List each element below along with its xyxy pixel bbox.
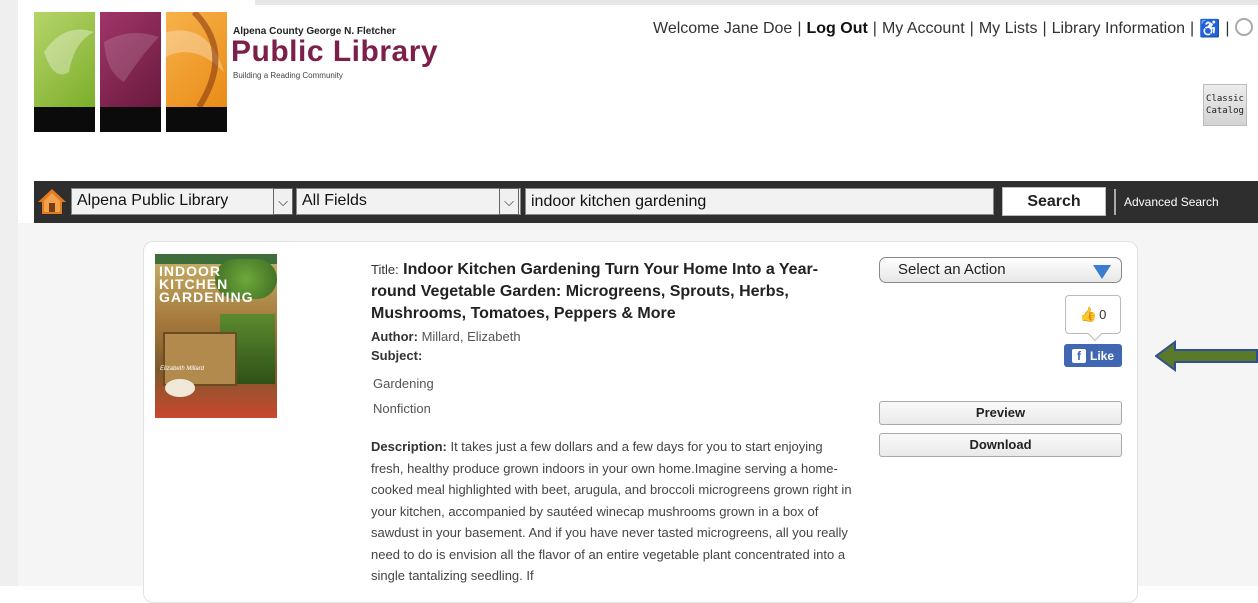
select-action-dropdown[interactable]: Select an Action xyxy=(879,257,1122,283)
description: Description: It takes just a few dollars… xyxy=(371,436,855,587)
chevron-down-icon: ⌵ xyxy=(504,193,514,209)
subject-list: Gardening Nonfiction xyxy=(373,371,855,421)
nav-separator: | xyxy=(1190,20,1195,37)
welcome-text: Welcome Jane Doe xyxy=(653,20,793,37)
field-select-dropdown[interactable]: ⌵ xyxy=(499,188,519,215)
logo-foot xyxy=(100,107,161,132)
nav-separator: | xyxy=(1042,20,1047,37)
thumbs-up-icon: 👍 xyxy=(1079,306,1098,322)
library-name-big: Public Library xyxy=(231,35,439,68)
cover-author: Elizabeth Millard xyxy=(160,366,205,372)
subject-item[interactable]: Nonfiction xyxy=(373,396,855,421)
description-text: It takes just a few dollars and a few da… xyxy=(371,439,852,583)
like-counter[interactable]: 👍 0 xyxy=(1065,295,1121,334)
subject-row: Subject: xyxy=(371,348,855,363)
nav-separator: | xyxy=(969,20,974,37)
result-metadata: Title: Indoor Kitchen Gardening Turn You… xyxy=(371,259,855,421)
facebook-like-label: Like xyxy=(1089,348,1114,363)
classic-catalog-line1: Classic xyxy=(1206,94,1244,104)
triangle-down-icon xyxy=(1093,265,1111,279)
like-count: 0 xyxy=(1099,307,1107,322)
classic-catalog-button[interactable]: Classic Catalog xyxy=(1203,84,1247,126)
title-row: Title: Indoor Kitchen Gardening Turn You… xyxy=(371,259,855,325)
left-margin-strip xyxy=(0,0,18,586)
author-row: Author: Millard, Elizabeth xyxy=(371,329,855,344)
title-label: Title: xyxy=(371,262,399,277)
classic-catalog-line2: Catalog xyxy=(1206,106,1244,116)
library-select[interactable]: Alpena Public Library xyxy=(71,188,293,215)
download-button[interactable]: Download xyxy=(879,433,1122,457)
field-select[interactable]: All Fields xyxy=(296,188,521,215)
library-select-dropdown[interactable]: ⌵ xyxy=(273,188,293,215)
author-link[interactable]: Millard, Elizabeth xyxy=(422,329,521,344)
top-navigation: Welcome Jane Doe | Log Out | My Account | My L… xyxy=(653,18,1253,39)
cover-plate xyxy=(165,379,195,397)
annotation-arrow-icon xyxy=(1155,340,1258,372)
logo-foot xyxy=(166,107,227,132)
library-tagline: Building a Reading Community xyxy=(233,71,343,80)
subject-label: Subject: xyxy=(371,348,423,363)
nav-separator: | xyxy=(872,20,877,37)
facebook-like-button[interactable]: f Like xyxy=(1064,344,1122,367)
logout-link[interactable]: Log Out xyxy=(806,20,867,37)
logo-swoosh-icon xyxy=(44,12,224,107)
book-cover-image[interactable]: INDOOR KITCHEN GARDENING Elizabeth Milla… xyxy=(155,254,277,418)
advanced-search-link[interactable]: Advanced Search xyxy=(1114,189,1219,215)
nav-separator: | xyxy=(1225,20,1230,37)
home-icon[interactable] xyxy=(37,186,67,216)
language-icon[interactable] xyxy=(1234,18,1253,36)
preview-button[interactable]: Preview xyxy=(879,401,1122,425)
my-account-link[interactable]: My Account xyxy=(882,20,965,37)
facebook-icon: f xyxy=(1071,348,1086,363)
author-label: Author: xyxy=(371,329,418,344)
select-action-label: Select an Action xyxy=(898,261,1006,278)
search-bar: Alpena Public Library ⌵ All Fields ⌵ ind… xyxy=(34,181,1258,223)
accessibility-icon[interactable]: ♿ xyxy=(1199,19,1220,39)
cover-crate xyxy=(163,332,237,386)
search-input[interactable]: indoor kitchen gardening xyxy=(525,188,994,215)
result-title-link[interactable]: Indoor Kitchen Gardening Turn Your Home … xyxy=(371,261,818,322)
logo-foot xyxy=(34,107,95,132)
chevron-down-icon: ⌵ xyxy=(278,193,288,209)
top-divider xyxy=(255,0,1258,5)
my-lists-link[interactable]: My Lists xyxy=(979,20,1038,37)
description-label: Description: xyxy=(371,439,447,454)
library-information-link[interactable]: Library Information xyxy=(1052,20,1185,37)
search-button[interactable]: Search xyxy=(1002,187,1106,216)
nav-separator: | xyxy=(797,20,802,37)
subject-item[interactable]: Gardening xyxy=(373,371,855,396)
library-logo[interactable] xyxy=(34,12,229,132)
cover-title: INDOOR KITCHEN GARDENING xyxy=(159,263,254,305)
